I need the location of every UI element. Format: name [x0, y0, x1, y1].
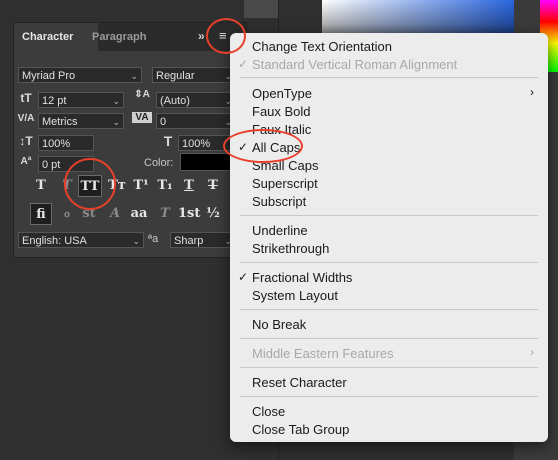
faux-bold-button[interactable]: T	[30, 175, 52, 197]
menu-separator	[240, 338, 538, 339]
ordinals-button[interactable]: 1st	[178, 203, 200, 225]
menu-item-close[interactable]: Close	[230, 402, 548, 420]
menu-item-strikethrough[interactable]: Strikethrough	[230, 239, 548, 257]
swash-button[interactable]: A	[104, 203, 126, 225]
font-size-field[interactable]: 12 pt ⌄	[38, 92, 124, 108]
menu-separator	[240, 367, 538, 368]
color-label: Color:	[144, 157, 174, 169]
chevron-down-icon: ⌄	[132, 236, 140, 246]
chevron-down-icon: ⌄	[112, 96, 120, 106]
language-select[interactable]: English: USA ⌄	[18, 232, 144, 248]
tracking-select[interactable]: 0 ⌄	[156, 113, 236, 129]
menu-item-label: Fractional Widths	[252, 270, 353, 285]
language-value: English: USA	[22, 235, 87, 247]
tracking-value: 0	[160, 116, 167, 128]
menu-separator	[240, 309, 538, 310]
titling-alternates-button[interactable]: T	[154, 203, 176, 225]
menu-item-label: Strikethrough	[252, 241, 330, 256]
menu-item-label: Reset Character	[252, 375, 347, 390]
vertical-scale-field[interactable]: 100%	[38, 135, 94, 151]
font-family-select[interactable]: Myriad Pro ⌄	[18, 67, 142, 83]
font-size-value: 12 pt	[42, 95, 67, 107]
menu-item-system-layout[interactable]: System Layout	[230, 286, 548, 304]
checkmark-icon: ✓	[238, 57, 249, 71]
submenu-arrow-icon: ›	[530, 345, 534, 359]
menu-item-opentype[interactable]: OpenType ›	[230, 84, 548, 102]
menu-item-no-break[interactable]: No Break	[230, 315, 548, 333]
ligatures-button[interactable]: fi	[30, 203, 52, 225]
menu-item-close-tab-group[interactable]: Close Tab Group	[230, 420, 548, 438]
menu-item-label: No Break	[252, 317, 307, 332]
font-size-icon: tT	[20, 91, 32, 105]
menu-separator	[240, 215, 538, 216]
character-panel: Character Paragraph » ≡ Myriad Pro ⌄ Reg…	[13, 22, 247, 258]
menu-item-label: Subscript	[252, 194, 307, 209]
strikethrough-button[interactable]: T	[202, 175, 224, 197]
anti-alias-select[interactable]: Sharp ⌄	[170, 232, 236, 248]
submenu-arrow-icon: ›	[530, 85, 534, 99]
subscript-button[interactable]: T₁	[154, 175, 176, 197]
menu-item-label: Change Text Orientation	[252, 39, 392, 54]
old-style-button[interactable]: ℴ	[56, 203, 78, 225]
kerning-icon: V/A	[17, 113, 35, 124]
menu-item-standard-vertical-roman-alignment: ✓ Standard Vertical Roman Alignment	[230, 55, 548, 73]
menu-item-faux-bold[interactable]: Faux Bold	[230, 102, 548, 120]
kerning-select[interactable]: Metrics ⌄	[38, 113, 124, 129]
menu-item-underline[interactable]: Underline	[230, 221, 548, 239]
menu-item-reset-character[interactable]: Reset Character	[230, 373, 548, 391]
menu-separator	[240, 262, 538, 263]
checkmark-icon: ✓	[238, 270, 249, 284]
menu-item-label: Close Tab Group	[252, 422, 350, 437]
panel-flyout-menu: Change Text Orientation ✓ Standard Verti…	[230, 33, 548, 442]
menu-item-label: Faux Bold	[252, 104, 311, 119]
anti-alias-value: Sharp	[174, 235, 204, 247]
fractions-button[interactable]: ½	[202, 203, 224, 225]
menu-item-label: System Layout	[252, 288, 338, 303]
superscript-button[interactable]: T¹	[130, 175, 152, 197]
menu-separator	[240, 77, 538, 78]
toolbar-thumbnail	[244, 0, 278, 18]
menu-item-superscript[interactable]: Superscript	[230, 174, 548, 192]
tracking-icon: VA	[132, 112, 152, 123]
menu-item-subscript[interactable]: Subscript	[230, 192, 548, 210]
leading-value: (Auto)	[160, 95, 190, 107]
chevron-down-icon: ⌄	[112, 117, 120, 127]
menu-item-label: Middle Eastern Features	[252, 346, 394, 361]
vertical-scale-icon: ↕T	[19, 134, 33, 148]
menu-item-label: Underline	[252, 223, 308, 238]
leading-icon: ⇕A	[134, 89, 150, 100]
tab-paragraph[interactable]: Paragraph	[84, 23, 154, 51]
annotation-circle-all-caps	[223, 129, 303, 163]
vertical-scale-value: 100%	[42, 138, 71, 150]
horizontal-scale-value: 100%	[182, 138, 211, 150]
annotation-circle-menu	[206, 18, 246, 54]
color-swatch[interactable]	[180, 153, 236, 171]
annotation-circle-tt-button	[64, 158, 116, 210]
underline-button[interactable]: T	[178, 175, 200, 197]
font-style-select[interactable]: Regular ⌄	[152, 67, 236, 83]
menu-separator	[240, 396, 538, 397]
font-style-value: Regular	[156, 70, 195, 82]
menu-item-fractional-widths[interactable]: ✓ Fractional Widths	[230, 268, 548, 286]
menu-item-label: Standard Vertical Roman Alignment	[252, 57, 458, 72]
collapse-panel-button[interactable]: »	[198, 29, 205, 43]
menu-item-label: Close	[252, 404, 286, 419]
leading-field[interactable]: (Auto) ⌄	[156, 92, 236, 108]
menu-item-middle-eastern-features: Middle Eastern Features ›	[230, 344, 548, 362]
baseline-shift-icon: Aª	[20, 156, 32, 167]
kerning-value: Metrics	[42, 116, 78, 128]
horizontal-scale-icon: T	[163, 133, 173, 149]
baseline-shift-value: 0 pt	[42, 159, 61, 171]
font-family-value: Myriad Pro	[22, 70, 76, 82]
anti-alias-icon: ªa	[148, 233, 159, 245]
menu-item-label: OpenType	[252, 86, 312, 101]
chevron-down-icon: ⌄	[130, 71, 138, 81]
menu-item-label: Superscript	[252, 176, 318, 191]
stylistic-alternates-button[interactable]: aa	[128, 203, 150, 225]
menu-item-change-text-orientation[interactable]: Change Text Orientation	[230, 37, 548, 55]
